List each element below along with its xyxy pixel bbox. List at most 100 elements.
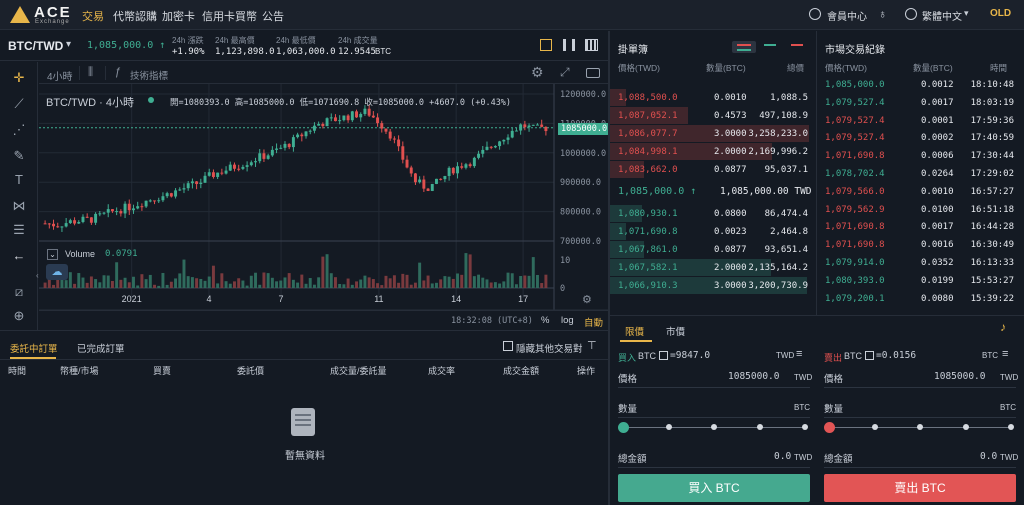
text-tool-icon[interactable]: T: [11, 172, 27, 188]
nav-token-sale[interactable]: 代幣認購: [113, 8, 157, 24]
candle-body: [68, 220, 72, 224]
sell-price-input[interactable]: 價格 1085000.0 TWD: [824, 366, 1018, 388]
candle-body: [296, 134, 300, 138]
ruler-icon[interactable]: ⧄: [11, 284, 27, 300]
candle-body: [52, 223, 55, 227]
trade-cell: 1,071,690.8: [825, 240, 885, 251]
filter-icon[interactable]: ⊤: [587, 339, 597, 352]
indicator-icon[interactable]: ƒ: [115, 66, 121, 78]
percent-toggle[interactable]: %: [541, 315, 549, 326]
buy-button[interactable]: 買入 BTC: [618, 474, 810, 502]
scroll-left-icon[interactable]: ‹: [36, 271, 39, 280]
buy-price-label: 價格: [618, 374, 638, 385]
sell-label: 賣出: [824, 353, 843, 363]
axis-settings-icon[interactable]: ⚙: [582, 294, 592, 306]
cloud-icon[interactable]: ☁: [46, 264, 68, 280]
deposit-icon[interactable]: ≡: [1002, 348, 1008, 360]
nav-trade[interactable]: 交易: [82, 8, 104, 24]
candle-body: [60, 226, 64, 228]
layout-icon[interactable]: [585, 39, 598, 51]
ask-row[interactable]: 1,084,998.1 2.0000 2,169,996.2: [610, 143, 816, 160]
sell-qty-input[interactable]: 數量 BTC: [824, 396, 1016, 418]
pair-selector[interactable]: BTC/TWD: [8, 39, 63, 53]
member-center-link[interactable]: 會員中心: [827, 8, 867, 23]
volume-bar: [161, 272, 165, 288]
pattern-icon[interactable]: ⋈: [11, 198, 27, 214]
chevron-down-icon[interactable]: ▾: [66, 39, 71, 50]
fib-icon[interactable]: ⋰: [11, 122, 27, 138]
measure-icon[interactable]: ☰: [11, 222, 27, 238]
chevron-down-icon[interactable]: ▾: [964, 8, 969, 19]
bid-row[interactable]: 1,067,582.1 2.0000 2,135,164.2: [610, 259, 816, 276]
brush-icon[interactable]: ✎: [11, 148, 27, 164]
ask-row[interactable]: 1,088,500.0 0.0010 1,088.5: [610, 89, 816, 106]
bid-row[interactable]: 1,067,861.0 0.0877 93,651.4: [610, 241, 816, 258]
nav-crypto-card[interactable]: 加密卡: [162, 8, 195, 24]
volume-bar: [481, 277, 485, 288]
current-price-tag: 1085000.0: [558, 123, 611, 135]
trade-cell: 0.0012: [921, 80, 954, 90]
buy-price-input[interactable]: 價格 1085000.0 TWD: [618, 366, 812, 388]
price-chart[interactable]: 1200000.01100000.01000000.0900000.080000…: [39, 84, 608, 330]
nav-buy-with-card[interactable]: 信用卡買幣: [202, 8, 257, 24]
bid-row[interactable]: 1,066,910.3 3.0000 3,200,730.9: [610, 277, 816, 294]
interval-select[interactable]: 4小時: [47, 68, 73, 83]
bid-cell: 2,135,164.2: [748, 263, 808, 273]
trade-cell: 1,079,527.4: [825, 97, 885, 108]
trend-line-icon[interactable]: ⟋: [11, 96, 27, 112]
bid-row[interactable]: 1,080,930.1 0.0800 86,474.4: [610, 205, 816, 222]
candle-chart-icon[interactable]: [540, 39, 552, 51]
crosshair-icon[interactable]: ✛: [11, 70, 27, 86]
lightbulb-icon[interactable]: ♁: [878, 7, 887, 21]
last-price: 1,085,000.0 ↑: [87, 40, 166, 51]
sell-total-input[interactable]: 總金額 0.0 TWD: [824, 446, 1018, 468]
candle-type-icon[interactable]: ⫼: [88, 66, 93, 79]
nav-announcements[interactable]: 公告: [262, 8, 284, 24]
ask-row[interactable]: 1,083,662.0 0.0877 95,037.1: [610, 161, 816, 178]
log-toggle[interactable]: log: [561, 315, 574, 326]
buy-total-input[interactable]: 總金額 0.0 TWD: [618, 446, 812, 468]
globe-icon[interactable]: [905, 8, 917, 20]
tab-market[interactable]: 市價: [666, 324, 685, 338]
book-view-asks-icon[interactable]: [791, 44, 803, 46]
sell-amount-slider[interactable]: [824, 421, 1016, 433]
mid-price-twd: 1,085,000.00 TWD: [720, 186, 812, 197]
trade-cell: 17:40:59: [970, 133, 1014, 144]
book-view-both-icon[interactable]: [732, 41, 756, 53]
bid-row[interactable]: 1,071,690.8 0.0023 2,464.8: [610, 223, 816, 240]
buy-qty-input[interactable]: 數量 BTC: [618, 396, 810, 418]
buy-amount-slider[interactable]: [618, 421, 810, 433]
fullscreen-icon[interactable]: ⤢: [560, 65, 570, 80]
sell-button[interactable]: 賣出 BTC: [824, 474, 1016, 502]
language-select[interactable]: 繁體中文: [922, 8, 962, 23]
volume-bar: [350, 284, 354, 288]
tab-completed-orders[interactable]: 已完成訂單: [77, 341, 125, 355]
user-icon[interactable]: [809, 8, 821, 20]
tab-limit[interactable]: 限價: [625, 324, 644, 338]
depth-chart-icon[interactable]: [563, 39, 575, 51]
deposit-icon[interactable]: ≡: [796, 348, 802, 360]
candle-body: [287, 143, 291, 148]
zoom-icon[interactable]: ⊕: [11, 308, 27, 324]
settings-gear-icon[interactable]: ⚙: [531, 64, 544, 81]
ace-logo-icon[interactable]: [10, 6, 30, 23]
wallet-icon: [865, 351, 874, 360]
indicators-button[interactable]: 技術指標: [130, 68, 168, 82]
tab-open-orders[interactable]: 委託中訂單: [10, 341, 58, 355]
candle-body: [510, 130, 514, 138]
camera-icon[interactable]: [586, 68, 600, 78]
back-arrow-icon[interactable]: ←: [11, 248, 27, 264]
ask-row[interactable]: 1,087,052.1 0.4573 497,108.9: [610, 107, 816, 124]
hide-other-checkbox[interactable]: [503, 341, 513, 351]
currency-label[interactable]: OLD: [990, 8, 1011, 19]
trade-cell: 1,078,702.4: [825, 169, 885, 179]
buy-slider-handle[interactable]: [618, 422, 629, 433]
candle-body: [132, 208, 135, 211]
candle-body: [94, 213, 98, 223]
sell-slider-handle[interactable]: [824, 422, 835, 433]
ask-row[interactable]: 1,086,077.7 3.0000 3,258,233.0: [610, 125, 816, 142]
collapse-icon[interactable]: ⌄: [47, 249, 58, 260]
book-view-bids-icon[interactable]: [764, 44, 776, 46]
auto-toggle[interactable]: 自動: [584, 315, 603, 329]
alert-bell-icon[interactable]: ♪: [1000, 320, 1006, 334]
